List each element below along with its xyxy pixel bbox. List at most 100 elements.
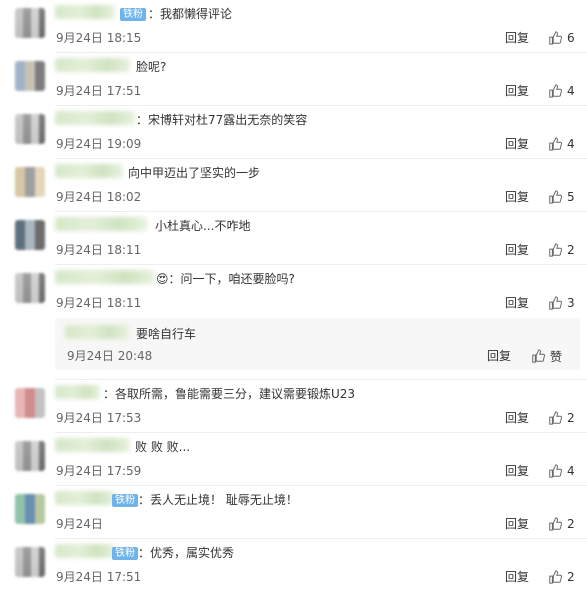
- fan-badge: 铁粉: [120, 8, 146, 21]
- avatar[interactable]: [15, 441, 45, 471]
- username-blurred[interactable]: [55, 270, 155, 284]
- comment-item: 铁粉 ：丢人无止境！ 耻辱无止境！ 9月24日 回复 2: [0, 486, 587, 539]
- reply-text: 要啥自行车: [136, 327, 197, 341]
- reply-button[interactable]: 回复: [505, 410, 529, 426]
- comment-text: 向中甲迈出了坚实的一步: [128, 166, 261, 180]
- username-blurred[interactable]: [65, 325, 129, 339]
- like-count: 4: [567, 464, 575, 478]
- thumbs-up-icon: [549, 464, 562, 478]
- comment-time: 9月24日 18:15: [56, 31, 142, 45]
- comment-text: ：优秀，属实优秀: [138, 546, 235, 560]
- reply-button[interactable]: 回复: [505, 242, 529, 258]
- username-blurred[interactable]: [55, 438, 130, 452]
- comment-time: 9月24日 17:53: [56, 411, 142, 425]
- fan-badge: 铁粉: [112, 494, 138, 507]
- like-button[interactable]: 6: [548, 30, 575, 46]
- thumbs-up-icon: [532, 349, 545, 363]
- username-blurred[interactable]: [55, 491, 115, 505]
- username-blurred[interactable]: [55, 164, 123, 178]
- comment-time: 9月24日 17:51: [56, 84, 142, 98]
- like-button[interactable]: 5: [548, 189, 575, 205]
- comment-item: 向中甲迈出了坚实的一步 9月24日 18:02 回复 5: [0, 159, 587, 212]
- username-blurred[interactable]: [55, 111, 135, 125]
- comment-item: 铁粉 ：优秀，属实优秀 9月24日 17:51 回复 2: [0, 539, 587, 592]
- thumbs-up-icon: [549, 296, 562, 310]
- comment-text: ：我都懒得评论: [148, 7, 233, 21]
- reply-button[interactable]: 回复: [505, 516, 529, 532]
- thumbs-up-icon: [549, 517, 562, 531]
- comment-text: ：各取所需，鲁能需要三分，建议需要锻炼U23: [103, 387, 356, 401]
- fan-badge: 铁粉: [112, 547, 138, 560]
- like-button[interactable]: 赞: [531, 348, 562, 364]
- reply-button[interactable]: 回复: [505, 569, 529, 585]
- like-button[interactable]: 2: [548, 569, 575, 585]
- thumbs-up-icon: [549, 190, 562, 204]
- reply-button[interactable]: 回复: [505, 30, 529, 46]
- comment-time: 9月24日 17:51: [56, 570, 142, 584]
- comment-text: 脸呢?: [136, 60, 167, 74]
- thumbs-up-icon: [549, 243, 562, 257]
- avatar[interactable]: [15, 388, 45, 418]
- comment-text: ：宋博轩对杜77露出无奈的笑容: [136, 113, 308, 127]
- avatar[interactable]: [15, 167, 45, 197]
- comment-time: 9月24日 19:09: [56, 137, 142, 151]
- like-button[interactable]: 4: [548, 83, 575, 99]
- reply-button[interactable]: 回复: [505, 463, 529, 479]
- comment-item: 铁粉 ：我都懒得评论 9月24日 18:15 回复 6: [0, 0, 587, 53]
- comment-item: 败 败 败... 9月24日 17:59 回复 4: [0, 433, 587, 486]
- username-blurred[interactable]: [55, 217, 147, 231]
- like-count: 2: [567, 243, 575, 257]
- thumbs-up-icon: [549, 84, 562, 98]
- comment-time: 9月24日 18:02: [56, 190, 142, 204]
- reply-button[interactable]: 回复: [505, 295, 529, 311]
- comment-list: 铁粉 ：我都懒得评论 9月24日 18:15 回复 6 脸呢? 9月24日 17…: [0, 0, 587, 586]
- reply-button[interactable]: 回复: [505, 136, 529, 152]
- like-label: 赞: [550, 349, 563, 364]
- comment-text: 败 败 败...: [135, 440, 191, 454]
- avatar[interactable]: [15, 273, 45, 303]
- comment-item: ：宋博轩对杜77露出无奈的笑容 9月24日 19:09 回复 4: [0, 106, 587, 159]
- username-blurred[interactable]: [55, 385, 100, 399]
- reply-button[interactable]: 回复: [505, 189, 529, 205]
- like-count: 6: [567, 31, 575, 45]
- thumbs-up-icon: [549, 31, 562, 45]
- avatar[interactable]: [15, 494, 45, 524]
- like-count: 4: [567, 137, 575, 151]
- avatar[interactable]: [15, 220, 45, 250]
- like-button[interactable]: 4: [548, 463, 575, 479]
- avatar[interactable]: [15, 547, 45, 577]
- comment-item: ：各取所需，鲁能需要三分，建议需要锻炼U23 9月24日 17:53 回复 2: [0, 380, 587, 433]
- thumbs-up-icon: [549, 411, 562, 425]
- like-count: 2: [567, 570, 575, 584]
- thumbs-up-icon: [549, 137, 562, 151]
- like-count: 5: [567, 190, 575, 204]
- like-button[interactable]: 3: [548, 295, 575, 311]
- like-button[interactable]: 2: [548, 242, 575, 258]
- username-blurred[interactable]: [55, 58, 130, 72]
- nested-reply: 要啥自行车 9月24日 20:48 回复 赞: [55, 318, 580, 370]
- avatar[interactable]: [15, 8, 45, 38]
- avatar[interactable]: [15, 114, 45, 144]
- thumbs-up-icon: [549, 570, 562, 584]
- comment-time: 9月24日 18:11: [56, 296, 142, 310]
- like-count: 2: [567, 411, 575, 425]
- avatar[interactable]: [15, 61, 45, 91]
- like-button[interactable]: 2: [548, 516, 575, 532]
- comment-text: 😍：问一下，咱还要脸吗?: [156, 272, 295, 286]
- reply-button[interactable]: 回复: [487, 348, 511, 364]
- like-count: 4: [567, 84, 575, 98]
- like-button[interactable]: 2: [548, 410, 575, 426]
- like-button[interactable]: 4: [548, 136, 575, 152]
- comment-text: ：丢人无止境！ 耻辱无止境！: [138, 493, 298, 507]
- username-blurred[interactable]: [55, 5, 115, 19]
- username-blurred[interactable]: [55, 544, 115, 558]
- like-count: 2: [567, 517, 575, 531]
- comment-item: 脸呢? 9月24日 17:51 回复 4: [0, 53, 587, 106]
- reply-time: 9月24日 20:48: [67, 349, 153, 363]
- comment-item: 小杜真心...不咋地 9月24日 18:11 回复 2: [0, 212, 587, 265]
- comment-time: 9月24日 18:11: [56, 243, 142, 257]
- comment-time: 9月24日 17:59: [56, 464, 142, 478]
- like-count: 3: [567, 296, 575, 310]
- comment-time: 9月24日: [56, 517, 103, 531]
- reply-button[interactable]: 回复: [505, 83, 529, 99]
